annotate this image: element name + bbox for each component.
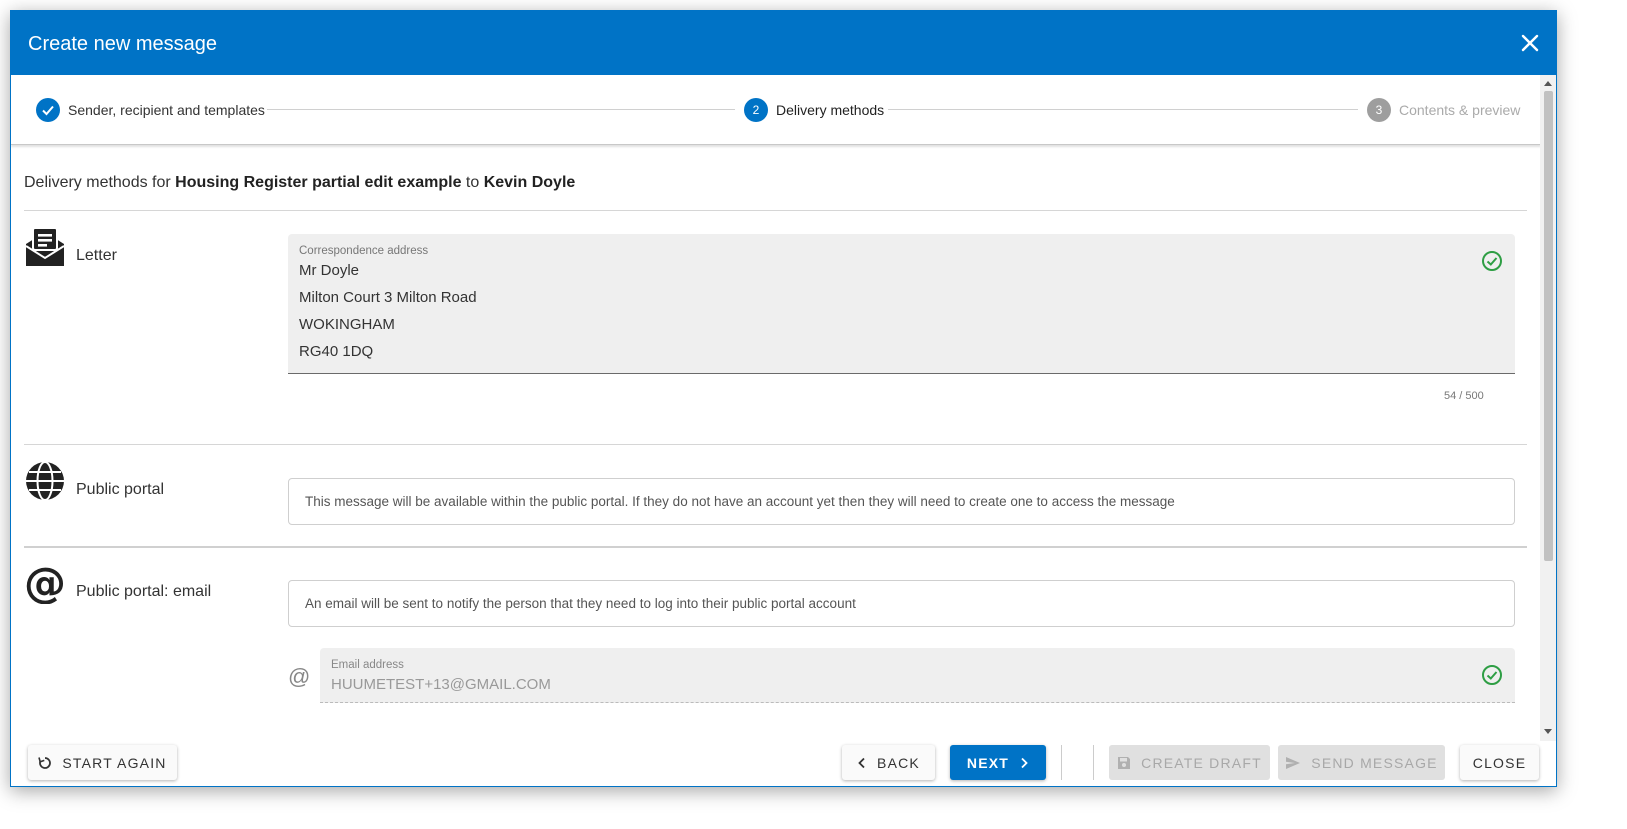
save-icon — [1117, 756, 1131, 770]
portal-email-info-text: An email will be sent to notify the pers… — [305, 596, 856, 611]
step-connector — [267, 109, 735, 110]
close-icon[interactable] — [1516, 29, 1544, 57]
heading-prefix: Delivery methods for — [24, 174, 176, 191]
content-scrollbar[interactable] — [1540, 75, 1556, 741]
start-again-button[interactable]: START AGAIN — [28, 745, 177, 780]
public-portal-info: This message will be available within th… — [288, 478, 1515, 525]
next-label: NEXT — [966, 754, 1010, 771]
restart-icon — [38, 756, 52, 770]
heading-mid: to — [461, 174, 484, 191]
step-sender-recipient[interactable]: Sender, recipient and templates — [36, 98, 265, 122]
step-label: Sender, recipient and templates — [68, 102, 265, 118]
email-value: HUUMETEST+13@GMAIL.COM — [331, 676, 551, 693]
divider — [24, 210, 1527, 211]
dialog-footer: START AGAIN BACK NEXT CREATE DRAFT SEND … — [11, 741, 1556, 786]
public-portal-label: Public portal — [76, 481, 165, 498]
next-button[interactable]: NEXT — [950, 745, 1046, 780]
address-line: WOKINGHAM — [299, 316, 395, 333]
email-field-label: Email address — [331, 659, 404, 671]
portal-email-label: Public portal: email — [76, 583, 212, 600]
dialog-title: Create new message — [28, 33, 217, 55]
check-icon — [36, 98, 60, 122]
dialog-titlebar: Create new message — [11, 11, 1556, 75]
separator — [1093, 745, 1094, 780]
chevron-left-icon — [857, 757, 867, 769]
step-connector — [888, 109, 1358, 110]
scrollbar-thumb[interactable] — [1544, 91, 1553, 561]
portal-email-info: An email will be sent to notify the pers… — [288, 580, 1515, 627]
divider — [24, 444, 1527, 445]
back-label: BACK — [877, 754, 920, 771]
send-icon — [1285, 756, 1301, 770]
character-counter: 54 / 500 — [1444, 390, 1484, 402]
email-address-field[interactable]: Email address HUUMETEST+13@GMAIL.COM — [320, 648, 1515, 703]
stepper: Sender, recipient and templates 2 Delive… — [11, 75, 1541, 145]
address-line: RG40 1DQ — [299, 343, 374, 360]
correspondence-address-field[interactable]: Correspondence address Mr Doyle Milton C… — [288, 234, 1515, 374]
create-draft-button[interactable]: CREATE DRAFT — [1109, 745, 1270, 780]
globe-icon — [24, 460, 66, 502]
divider — [24, 546, 1527, 548]
send-message-button[interactable]: SEND MESSAGE — [1278, 745, 1445, 780]
step-label: Delivery methods — [776, 102, 885, 118]
at-icon: @ — [24, 558, 66, 607]
check-circle-icon — [1481, 250, 1503, 272]
address-line: Mr Doyle — [299, 262, 360, 279]
at-sign-icon: @ — [288, 664, 311, 689]
page-heading: Delivery methods for Housing Register pa… — [24, 174, 575, 192]
start-again-label: START AGAIN — [62, 754, 167, 771]
delivery-methods-content: Delivery methods for Housing Register pa… — [24, 146, 1541, 731]
create-draft-label: CREATE DRAFT — [1141, 754, 1262, 771]
close-label: CLOSE — [1472, 754, 1527, 771]
scroll-up-icon[interactable] — [1544, 81, 1552, 86]
create-message-dialog: Create new message Sender, recipient and… — [10, 10, 1557, 787]
scroll-down-icon[interactable] — [1544, 729, 1552, 734]
separator — [1061, 745, 1062, 780]
letter-label: Letter — [76, 247, 117, 264]
svg-text:@: @ — [24, 562, 66, 604]
step-contents-preview[interactable]: 3 Contents & preview — [1367, 98, 1520, 122]
step-label: Contents & preview — [1399, 102, 1521, 118]
address-line: Milton Court 3 Milton Road — [299, 289, 477, 306]
back-button[interactable]: BACK — [842, 745, 935, 780]
letter-icon — [24, 226, 66, 268]
address-field-label: Correspondence address — [299, 245, 429, 257]
chevron-right-icon — [1019, 757, 1029, 769]
step-number: 2 — [744, 98, 768, 122]
heading-recipient: Kevin Doyle — [483, 174, 576, 191]
heading-subject: Housing Register partial edit example — [175, 174, 462, 191]
step-number: 3 — [1367, 98, 1391, 122]
check-circle-icon — [1481, 664, 1503, 686]
close-button[interactable]: CLOSE — [1460, 745, 1539, 780]
public-portal-info-text: This message will be available within th… — [305, 494, 1175, 509]
step-delivery-methods[interactable]: 2 Delivery methods — [744, 98, 884, 122]
send-message-label: SEND MESSAGE — [1311, 754, 1438, 771]
